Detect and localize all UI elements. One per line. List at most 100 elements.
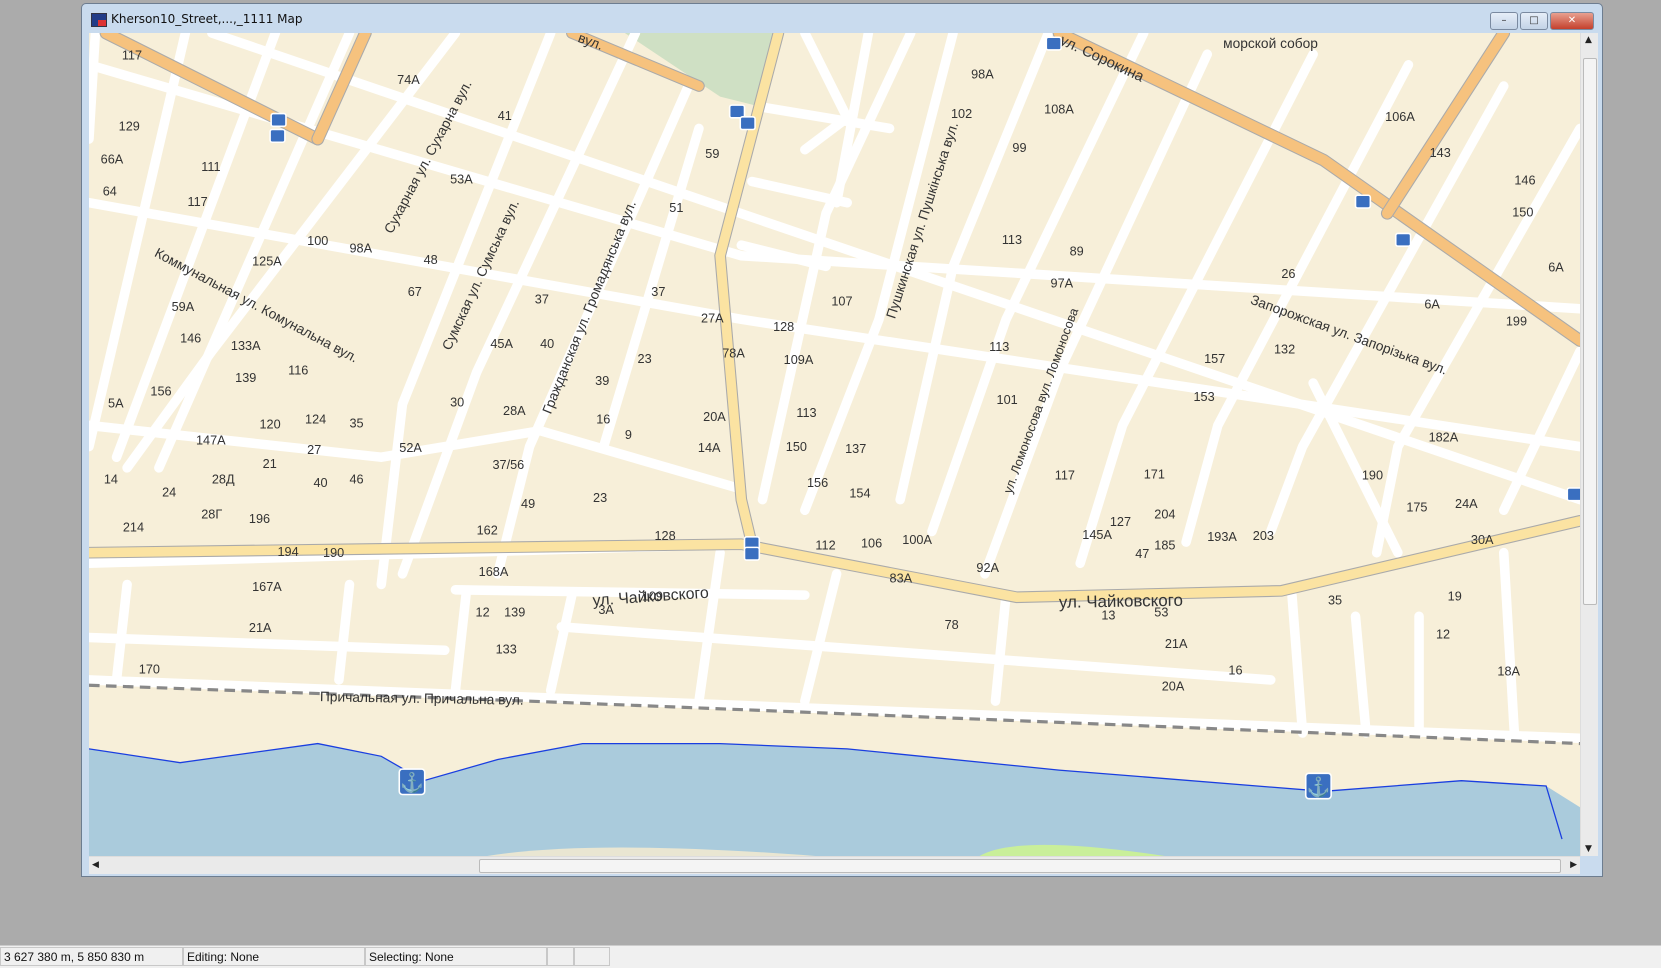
title-bar[interactable]: Kherson10_Street,...,_1111 Map – □ ✕ — [82, 4, 1602, 33]
house-number: 39 — [595, 373, 609, 388]
house-number: 113 — [989, 339, 1009, 354]
house-number: 143 — [1430, 145, 1451, 160]
house-number: 26 — [1281, 266, 1295, 281]
house-number: 182А — [1429, 429, 1459, 444]
house-number: 127 — [1110, 514, 1131, 529]
house-number: 35 — [1328, 593, 1342, 608]
bus-stop-icon — [1045, 36, 1062, 51]
house-number: 92А — [976, 560, 999, 575]
house-number: 53 — [1154, 604, 1168, 619]
house-number: 23 — [593, 490, 607, 505]
house-number: 100 — [307, 233, 328, 248]
house-number: 74А — [397, 72, 420, 87]
vertical-scrollbar[interactable]: ▲ ▼ — [1580, 33, 1598, 856]
status-pane-empty-2 — [574, 947, 610, 966]
house-number: 13 — [1101, 607, 1115, 622]
house-number: 106 — [861, 535, 882, 550]
scroll-up-arrow[interactable]: ▲ — [1585, 35, 1592, 45]
horizontal-scroll-thumb[interactable] — [479, 859, 1561, 873]
house-number: 27 — [307, 442, 321, 457]
house-number: 113 — [1002, 232, 1022, 247]
close-button[interactable]: ✕ — [1550, 12, 1594, 30]
house-number: 20А — [703, 409, 726, 424]
house-number: 59 — [705, 146, 719, 161]
house-number: 37 — [651, 284, 665, 299]
maximize-button[interactable]: □ — [1520, 12, 1548, 30]
house-number: 132 — [1274, 341, 1295, 356]
minimize-button[interactable]: – — [1490, 12, 1518, 30]
house-number: 150 — [1512, 204, 1533, 219]
house-number: 28Д — [212, 472, 235, 487]
horizontal-scrollbar[interactable]: ◀ ▶ — [89, 856, 1580, 874]
house-number: 214 — [123, 519, 144, 534]
house-number: 98А — [350, 241, 373, 256]
house-number: 108А — [1044, 102, 1074, 117]
house-number: 196 — [249, 511, 270, 526]
house-number: 16 — [596, 411, 610, 426]
scroll-left-arrow[interactable]: ◀ — [92, 860, 99, 870]
map-svg[interactable]: ул. Чайковского ул. ЧайковскогоПричальная… — [89, 33, 1580, 856]
anchor-glyph: ⚓ — [400, 771, 424, 794]
house-number: 129 — [119, 119, 140, 134]
house-number: 28А — [503, 403, 526, 418]
house-number: 116 — [288, 362, 308, 377]
house-number: 128 — [654, 528, 675, 543]
map-canvas[interactable]: ул. Чайковского ул. Чайковского Причальная… — [89, 33, 1580, 856]
house-number: 156 — [807, 475, 828, 490]
house-number: 133 — [496, 641, 517, 656]
house-number: 20А — [1162, 679, 1185, 694]
house-number: 199 — [1506, 314, 1527, 329]
house-number: 153 — [1193, 389, 1214, 404]
house-number: 6А — [1548, 260, 1564, 275]
house-number: 99 — [1012, 140, 1026, 155]
selecting-status[interactable]: Selecting: None — [365, 947, 547, 966]
house-number: 23 — [638, 351, 652, 366]
house-number: 111 — [201, 159, 220, 174]
house-number: 64 — [103, 183, 117, 198]
house-number: 171 — [1144, 466, 1165, 481]
house-number: 190 — [323, 545, 344, 560]
house-number: 98А — [971, 67, 994, 82]
house-number: 6А — [1424, 297, 1440, 312]
house-number: 112 — [815, 537, 835, 552]
house-number: 125А — [252, 253, 282, 268]
house-number: 89 — [1070, 244, 1084, 259]
house-number: 40 — [540, 336, 554, 351]
house-number: 157 — [1204, 351, 1225, 366]
house-number: 156 — [150, 384, 171, 399]
house-number: 37 — [535, 291, 549, 306]
house-number: 113 — [796, 405, 816, 420]
house-number: 24 — [162, 484, 176, 499]
house-number: 41 — [498, 108, 512, 123]
bus-stop-icon — [728, 104, 746, 119]
house-number: 97А — [1051, 276, 1074, 291]
coordinates-readout: 3 627 380 m, 5 850 830 m — [0, 947, 183, 966]
vertical-scroll-thumb[interactable] — [1583, 58, 1597, 605]
house-number: 35 — [350, 416, 364, 431]
house-number: 48 — [424, 252, 438, 267]
house-number: 52А — [399, 440, 422, 455]
bus-stop-icon — [270, 112, 287, 128]
house-number: 30 — [450, 394, 464, 409]
house-number: 14А — [698, 440, 721, 455]
house-number: 66А — [101, 151, 124, 166]
house-number: 19 — [1448, 588, 1462, 603]
scroll-right-arrow[interactable]: ▶ — [1570, 860, 1577, 870]
house-number: 40 — [313, 475, 327, 490]
window-title: Kherson10_Street,...,_1111 Map — [111, 12, 303, 26]
house-number: 21 — [263, 456, 277, 471]
house-number: 194 — [277, 544, 298, 559]
house-number: 120 — [259, 417, 280, 432]
house-number: 154 — [849, 486, 870, 501]
house-number: 117 — [187, 194, 207, 209]
house-number: 107 — [831, 294, 852, 309]
house-number: 83А — [890, 570, 913, 585]
house-number: 12 — [476, 604, 490, 619]
house-number: 139 — [504, 604, 525, 619]
house-number: 59А — [172, 299, 195, 314]
house-number: 139 — [235, 370, 256, 385]
house-number: 45А — [490, 336, 513, 351]
scroll-down-arrow[interactable]: ▼ — [1585, 844, 1592, 854]
editing-status[interactable]: Editing: None — [183, 947, 365, 966]
house-number: 162 — [477, 523, 498, 538]
